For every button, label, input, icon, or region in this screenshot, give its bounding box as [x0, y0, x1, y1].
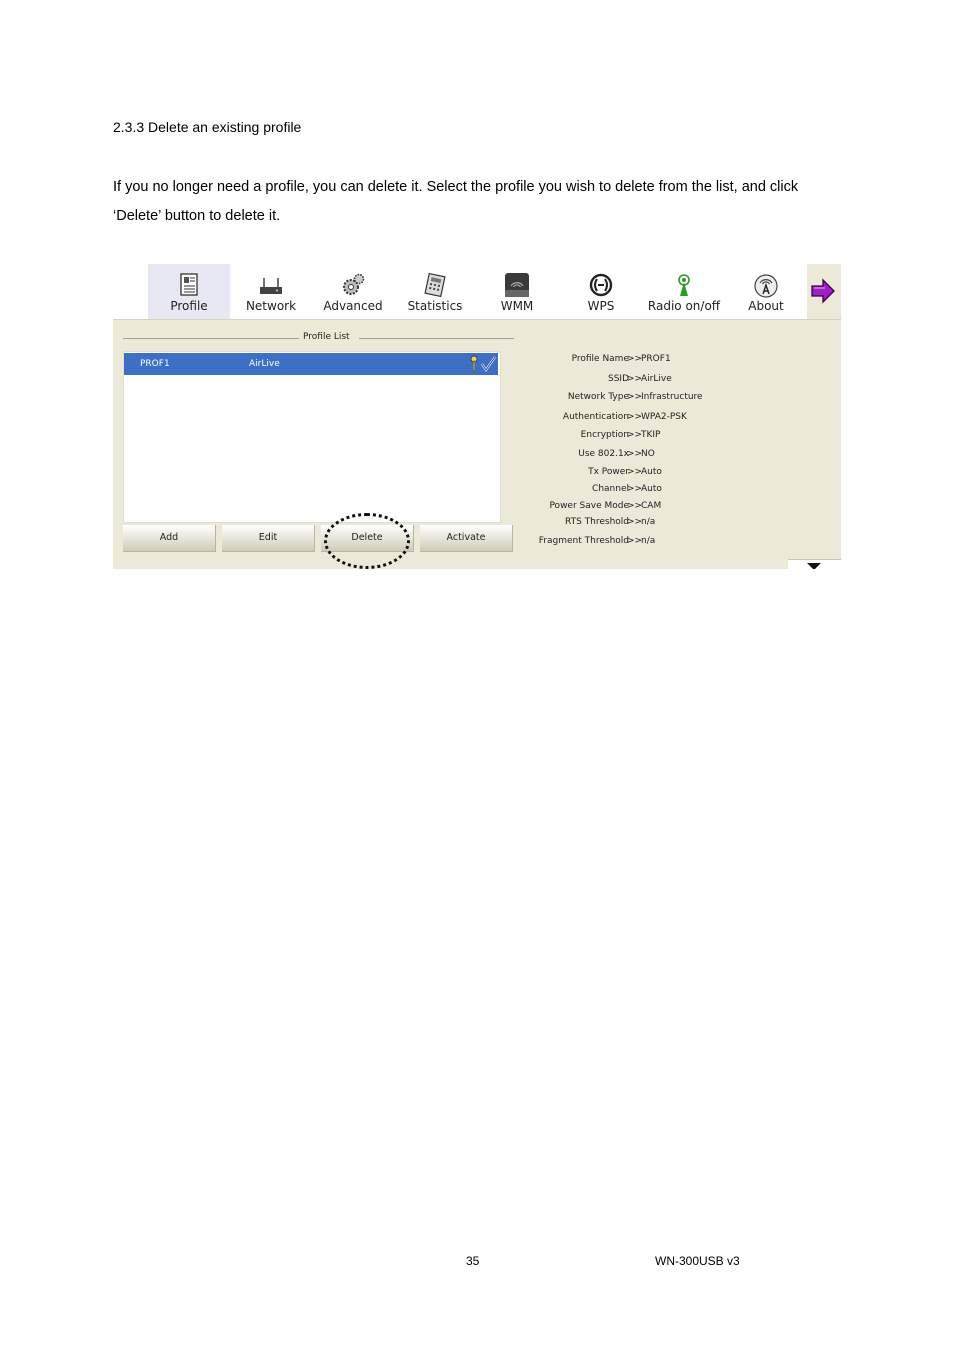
- detail-row: SSID >> AirLive: [513, 374, 833, 386]
- detail-separator: >>: [627, 517, 643, 527]
- detail-label: SSID: [607, 374, 629, 384]
- tab-network[interactable]: Network: [230, 264, 312, 319]
- toolbar: Profile Network Advanced Statistics WMM …: [113, 264, 841, 320]
- tab-label: Statistics: [407, 299, 463, 313]
- detail-separator: >>: [627, 484, 643, 494]
- tab-profile[interactable]: Profile: [148, 264, 230, 319]
- detail-value: n/a: [641, 536, 656, 546]
- tab-radio-on-off[interactable]: Radio on/off: [643, 264, 725, 319]
- detail-row: Channel >> Auto: [513, 484, 833, 496]
- page-number: 35: [466, 1254, 480, 1268]
- tab-label: WMM: [500, 299, 534, 313]
- detail-value: WPA2-PSK: [641, 412, 687, 422]
- profile-list-title: Profile List: [123, 332, 514, 344]
- detail-row: Network Type >> Infrastructure: [513, 392, 833, 404]
- advanced-icon: [343, 273, 365, 295]
- profile-status-icons: [470, 355, 496, 372]
- detail-label: Power Save Mode: [549, 501, 629, 511]
- detail-separator: >>: [627, 467, 643, 477]
- detail-separator: >>: [627, 501, 643, 511]
- detail-label: Use 802.1x: [578, 449, 629, 459]
- model-name: WN-300USB v3: [655, 1254, 740, 1268]
- detail-label: Fragment Threshold: [538, 536, 629, 546]
- tab-label: Radio on/off: [647, 299, 721, 313]
- highlight-circle: [324, 513, 410, 569]
- detail-separator: >>: [627, 430, 643, 440]
- detail-separator: >>: [627, 536, 643, 546]
- profile-list-label: Profile List: [299, 332, 354, 342]
- detail-value: Infrastructure: [641, 392, 703, 402]
- utility-screenshot: Profile Network Advanced Statistics WMM …: [113, 264, 841, 569]
- detail-value: TKIP: [641, 430, 661, 440]
- divider: [359, 338, 514, 339]
- edit-button[interactable]: Edit: [222, 525, 315, 552]
- detail-separator: >>: [627, 449, 643, 459]
- detail-label: Authentication: [562, 412, 629, 422]
- detail-value: Auto: [641, 484, 662, 494]
- connected-check-icon: [481, 356, 496, 372]
- tab-label: Profile: [170, 299, 208, 313]
- tab-label: Network: [245, 299, 297, 313]
- detail-separator: >>: [627, 392, 643, 402]
- profile-row[interactable]: PROF1 AirLive: [124, 353, 498, 375]
- triangle-down-icon: [807, 563, 821, 569]
- tab-wps[interactable]: WPS: [560, 264, 642, 319]
- tab-wmm[interactable]: WMM: [476, 264, 558, 319]
- detail-value: NO: [641, 449, 655, 459]
- scroll-down-button[interactable]: [788, 559, 841, 569]
- tab-label: WPS: [587, 299, 615, 313]
- detail-label: Encryption: [580, 430, 629, 440]
- detail-value: CAM: [641, 501, 662, 511]
- detail-value: AirLive: [641, 374, 672, 384]
- detail-label: Tx Power: [588, 467, 629, 477]
- detail-row: Tx Power >> Auto: [513, 467, 833, 479]
- profile-list[interactable]: PROF1 AirLive: [123, 351, 501, 523]
- wmm-icon: [505, 273, 529, 297]
- profile-icon: [180, 273, 198, 296]
- detail-row: Profile Name >> PROF1: [513, 354, 833, 366]
- statistics-icon: [424, 272, 446, 298]
- next-arrow-icon: [811, 278, 835, 304]
- detail-row: Encryption >> TKIP: [513, 430, 833, 442]
- activate-button[interactable]: Activate: [420, 525, 513, 552]
- detail-label: RTS Threshold: [564, 517, 629, 527]
- wps-icon: [589, 273, 613, 297]
- tab-label: Advanced: [323, 299, 383, 313]
- detail-value: n/a: [641, 517, 656, 527]
- instruction-paragraph: If you no longer need a profile, you can…: [113, 179, 799, 224]
- detail-value: PROF1: [641, 354, 671, 364]
- about-icon: [754, 274, 778, 298]
- tab-statistics[interactable]: Statistics: [394, 264, 476, 319]
- profile-name: PROF1: [140, 359, 170, 369]
- detail-label: Profile Name: [571, 354, 629, 364]
- tab-advanced[interactable]: Advanced: [312, 264, 394, 319]
- add-button[interactable]: Add: [123, 525, 216, 552]
- detail-separator: >>: [627, 354, 643, 364]
- detail-separator: >>: [627, 374, 643, 384]
- detail-value: Auto: [641, 467, 662, 477]
- detail-label: Channel: [592, 484, 629, 494]
- detail-row: Use 802.1x >> NO: [513, 449, 833, 461]
- network-icon: [260, 278, 282, 294]
- detail-row: RTS Threshold >> n/a: [513, 517, 833, 529]
- tab-about[interactable]: About: [725, 264, 807, 319]
- radio-icon: [678, 274, 690, 296]
- key-icon: [470, 355, 478, 372]
- section-heading: 2.3.3 Delete an existing profile: [113, 119, 302, 135]
- tab-label: About: [748, 299, 784, 313]
- divider: [123, 338, 299, 339]
- detail-separator: >>: [627, 412, 643, 422]
- next-page-button[interactable]: [807, 264, 841, 319]
- detail-row: Fragment Threshold >> n/a: [513, 536, 833, 548]
- profile-ssid: AirLive: [249, 359, 280, 369]
- detail-row: Power Save Mode >> CAM: [513, 501, 833, 513]
- detail-label: Network Type: [567, 392, 629, 402]
- detail-row: Authentication >> WPA2-PSK: [513, 412, 833, 424]
